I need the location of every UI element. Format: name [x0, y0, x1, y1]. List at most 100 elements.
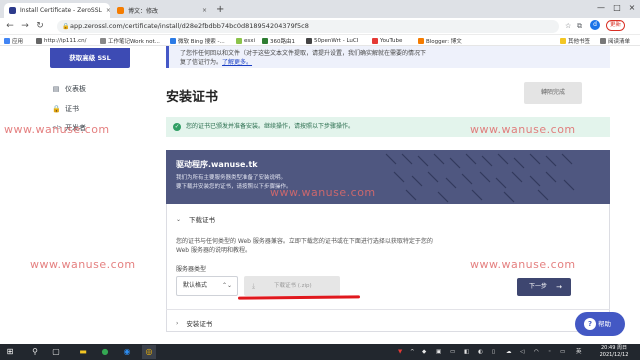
page-title: 安装证书: [166, 90, 219, 105]
bookmark-apps[interactable]: 应用: [4, 36, 23, 45]
search-icon[interactable]: ⚲: [28, 345, 42, 359]
card-domain-title: 驱动程序.wanuse.tk: [176, 160, 258, 169]
profile-avatar[interactable]: d: [590, 20, 600, 30]
bookmark-youtube[interactable]: YouTube: [372, 36, 402, 45]
close-window-button[interactable]: ×: [625, 2, 639, 14]
clock-date: 2021/12/12: [599, 352, 629, 358]
forward-arrow-icon[interactable]: →: [19, 19, 31, 33]
bookmark-reading-list[interactable]: 阅读清单: [600, 36, 630, 45]
tab-close-icon[interactable]: ×: [198, 7, 207, 14]
download-icon: ⤓: [252, 282, 256, 290]
folder-icon: [560, 37, 566, 44]
bookmark-blogger[interactable]: Blogger: 博文: [418, 36, 462, 45]
bookmark-label: 工作笔记Work not...: [108, 38, 160, 45]
sidebar-item-label: 证书: [65, 105, 79, 113]
notice-text: 了您作任何回以和文件（对于这些文本文件提取，请提升设置，我们确实解就在需要的情况…: [180, 50, 427, 57]
bookmark-bing[interactable]: 微软 Bing 搜索 -...: [170, 36, 225, 45]
tray-shield-icon[interactable]: ◆: [422, 345, 426, 359]
watermark: www.wanuse.com: [30, 258, 136, 271]
tray-wifi-icon[interactable]: ◠: [534, 345, 539, 359]
next-label: 下一步: [529, 283, 548, 290]
file-explorer-icon[interactable]: ▬: [76, 345, 90, 359]
esxi-icon: [236, 37, 242, 44]
help-button[interactable]: ? 帮助: [575, 312, 625, 336]
router-icon: [262, 37, 268, 44]
input-language[interactable]: 英: [576, 345, 582, 359]
chevron-right-icon: ›: [176, 319, 179, 327]
tray-wechat-icon[interactable]: ◐: [478, 345, 483, 359]
section-install-header[interactable]: › 安装证书: [176, 318, 212, 329]
get-premium-ssl-button[interactable]: 获取高级 SSL: [50, 48, 130, 68]
update-button[interactable]: 更新: [606, 20, 626, 31]
tray-mic-icon[interactable]: ◦: [548, 345, 551, 359]
tray-display-icon[interactable]: ◧: [464, 345, 469, 359]
chrome-icon[interactable]: ◎: [142, 345, 156, 359]
tray-network-icon[interactable]: ▭: [450, 345, 455, 359]
bookmark-work-notes[interactable]: 工作笔记Work not...: [100, 36, 160, 45]
chevron-down-icon: ⌄: [176, 215, 182, 223]
edge-icon[interactable]: ◉: [120, 345, 134, 359]
sidebar-item-certificates[interactable]: 🔒 证书: [52, 104, 79, 114]
download-description-2: Web 服务器的说明和教程。: [176, 247, 251, 254]
arrow-right-icon: →: [556, 283, 562, 291]
tab-blogger[interactable]: 博文：修改 ×: [112, 3, 212, 18]
tray-battery-icon[interactable]: ▯: [492, 345, 495, 359]
tray-app-icon[interactable]: ▼: [398, 345, 402, 359]
star-icon[interactable]: ☆: [565, 20, 571, 33]
bookmark-esxi[interactable]: esxi: [236, 36, 255, 45]
bookmark-label: 阅读清单: [608, 38, 631, 45]
sidebar-item-dashboard[interactable]: ▤ 仪表板: [52, 84, 86, 94]
watermark: www.wanuse.com: [470, 123, 576, 136]
tray-chevron-icon[interactable]: ^: [410, 345, 415, 359]
maximize-button[interactable]: □: [610, 2, 624, 14]
next-step-button[interactable]: 下一步 →: [517, 278, 571, 296]
section-divider: [166, 309, 610, 310]
server-type-value: 默认格式: [183, 282, 208, 289]
section-title: 下载证书: [189, 216, 216, 224]
bookmark-openwrt[interactable]: 50penWrt - LuCI: [306, 36, 358, 45]
help-label: 帮助: [598, 320, 611, 328]
tab-close-icon[interactable]: ×: [102, 7, 110, 14]
new-tab-button[interactable]: +: [216, 3, 224, 16]
tray-tray-icon[interactable]: ▭: [560, 345, 565, 359]
card-subtitle-1: 我们为所有主要服务器类型准备了安装说明。: [176, 175, 287, 181]
tray-cloud-icon[interactable]: ☁: [506, 345, 512, 359]
tray-printer-icon[interactable]: ▣: [436, 345, 441, 359]
lock-icon: 🔒: [52, 105, 61, 113]
youtube-icon: [372, 37, 378, 44]
watermark: www.wanuse.com: [270, 186, 376, 199]
tab-title: 博文：修改: [128, 8, 159, 15]
taskbar: [0, 344, 640, 360]
xbox-icon[interactable]: ●: [98, 345, 112, 359]
bookmark-label: esxi: [244, 37, 256, 44]
bookmark-router[interactable]: 360路由1: [262, 36, 295, 45]
page-icon: [100, 37, 106, 44]
complete-button[interactable]: 轉陌完成: [524, 82, 582, 104]
tab-title: Install Certificate - ZeroSSL: [20, 7, 102, 14]
extensions-icon[interactable]: ⧉: [577, 20, 582, 33]
download-certificate-button[interactable]: ⤓ 下载证书 (.zip): [244, 276, 340, 296]
clock-time: 20:49 周日: [601, 345, 627, 351]
url-text: app.zerossl.com/certificate/install/d28e…: [70, 22, 309, 30]
globe-icon: [36, 37, 42, 44]
section-download-header[interactable]: ⌄ 下载证书: [176, 214, 216, 225]
server-type-select[interactable]: 默认格式 ⌃⌄: [176, 276, 238, 296]
reload-icon[interactable]: ↻: [34, 19, 46, 33]
bookmark-ip111[interactable]: http://ip111.cn/: [36, 36, 86, 45]
bookmark-label: 360路由1: [270, 38, 295, 45]
bookmark-other[interactable]: 其他书签: [560, 36, 590, 45]
learn-more-link[interactable]: 了解更多。: [222, 59, 252, 66]
back-arrow-icon[interactable]: ←: [4, 19, 16, 33]
address-bar[interactable]: 🔒 app.zerossl.com/certificate/install/d2…: [57, 20, 559, 33]
tray-speaker-icon[interactable]: ◁: [520, 345, 524, 359]
minimize-button[interactable]: —: [594, 2, 608, 14]
bing-icon: [170, 37, 176, 44]
windows-start-icon[interactable]: ⊞: [3, 345, 17, 359]
bookmark-label: 微软 Bing 搜索 -...: [178, 38, 225, 45]
tab-zerossl[interactable]: Install Certificate - ZeroSSL ×: [4, 3, 110, 18]
notice-text-2: 复了信证行为。: [180, 59, 223, 66]
system-clock[interactable]: 20:49 周日 2021/12/12: [593, 344, 635, 359]
watermark: www.wanuse.com: [470, 258, 576, 271]
task-view-icon[interactable]: ▢: [49, 345, 63, 359]
watermark: www.wanuse.com: [4, 123, 110, 136]
